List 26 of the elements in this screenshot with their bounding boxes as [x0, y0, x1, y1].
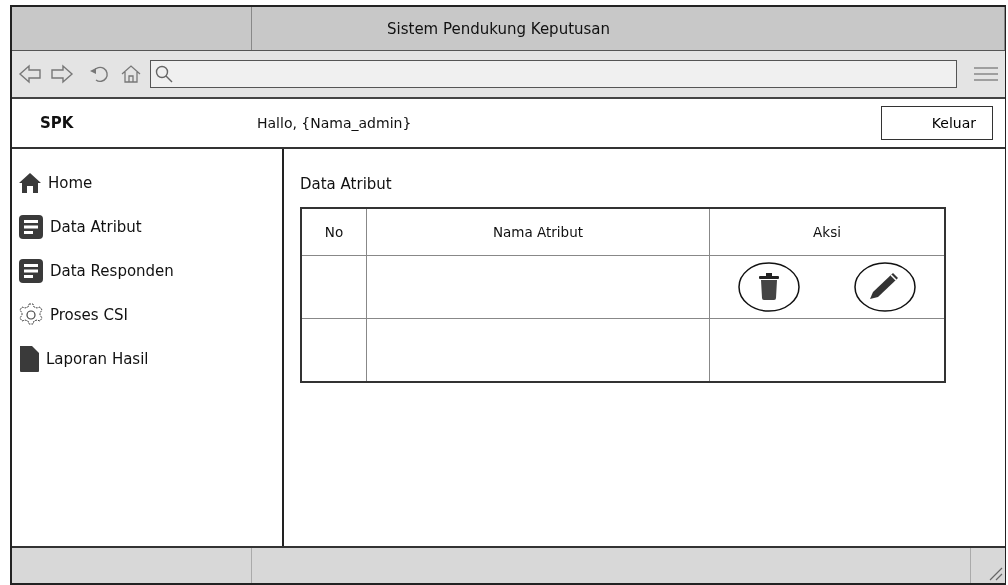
gear-icon [18, 302, 44, 328]
sidebar-link[interactable]: Laporan Hasil [46, 350, 149, 368]
section-heading: Data Atribut [300, 175, 393, 193]
back-arrow-icon[interactable] [18, 64, 42, 84]
address-field[interactable] [150, 60, 957, 88]
home-icon [18, 172, 42, 194]
menu-icon[interactable] [973, 66, 999, 82]
window-title: Sistem Pendukung Keputusan [386, 18, 612, 40]
document-list-icon [18, 258, 44, 284]
column-header: No [301, 208, 367, 256]
sidebar-link[interactable]: Home [48, 174, 93, 192]
home-icon[interactable] [120, 64, 142, 84]
sidebar-link[interactable]: Proses CSI [50, 306, 128, 324]
resize-grip-icon[interactable] [987, 565, 1003, 581]
document-list-icon [18, 214, 44, 240]
delete-button[interactable] [737, 261, 801, 313]
forward-arrow-icon[interactable] [50, 64, 74, 84]
sidebar-link[interactable]: Data Atribut [50, 218, 142, 236]
edit-button[interactable] [853, 261, 917, 313]
app-brand: SPK [39, 114, 75, 132]
greeting-text: Hallo, {Nama_admin} [257, 115, 413, 131]
sidebar-link[interactable]: Data Responden [50, 262, 174, 280]
column-header: Nama Atribut [366, 208, 710, 256]
search-icon [155, 65, 173, 83]
file-icon [18, 345, 40, 373]
logout-button[interactable]: Keluar [881, 106, 993, 140]
